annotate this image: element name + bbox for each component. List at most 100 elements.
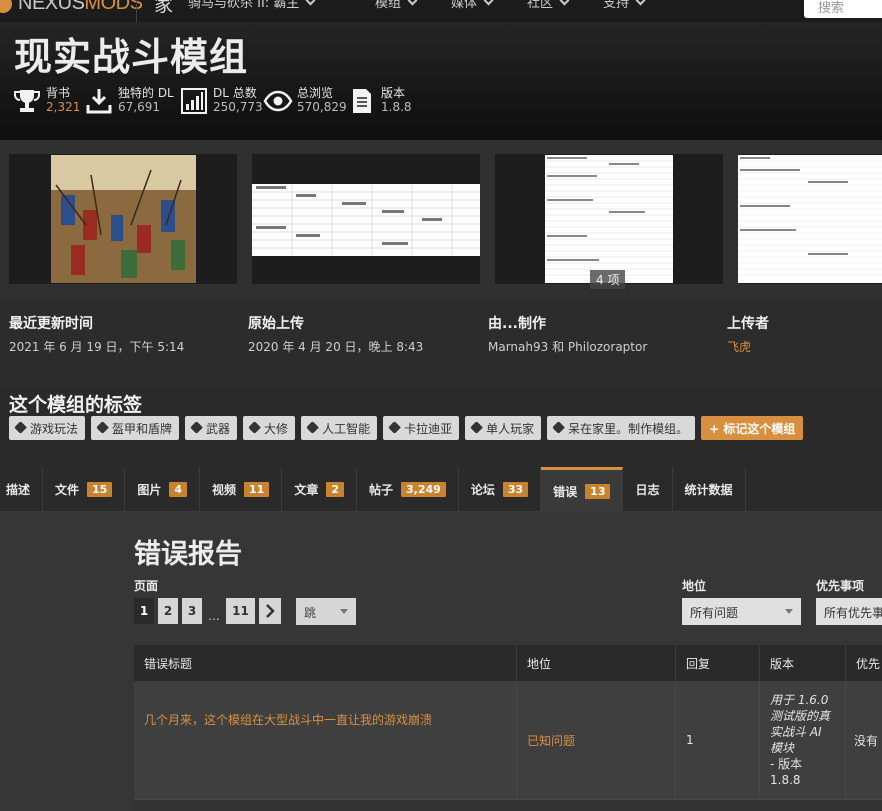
mod-tabs: 描述 文件 15 图片 4 视频 11 文章 2 帖子 3,249 论坛 33 错误 13 日… bbox=[0, 467, 882, 512]
tag-ai[interactable]: 人工智能 bbox=[301, 416, 378, 440]
tag-icon bbox=[306, 421, 319, 434]
column-bug-title[interactable]: 错误标题 bbox=[134, 645, 517, 681]
game-selector[interactable]: 骑马与砍杀 II: 霸主 bbox=[188, 0, 316, 11]
logo-icon bbox=[0, 0, 12, 13]
tag-stay-home[interactable]: 呆在家里。制作模组。 bbox=[547, 416, 696, 440]
chevron-down-icon bbox=[305, 0, 316, 6]
stat-unique-downloads: 独特的 DL 67,691 bbox=[84, 86, 174, 116]
spreadsheet-image bbox=[738, 155, 882, 283]
uploader-link[interactable]: 飞虎 bbox=[727, 338, 769, 355]
caret-down-icon bbox=[785, 609, 793, 614]
tab-count-badge: 4 bbox=[169, 482, 188, 497]
tag-this-mod-button[interactable]: + 标记这个模组 bbox=[701, 416, 804, 440]
mod-title: 现实战斗模组 bbox=[14, 35, 249, 79]
tab-videos[interactable]: 视频 11 bbox=[200, 467, 283, 512]
chevron-down-icon bbox=[559, 0, 570, 6]
tab-count-badge: 15 bbox=[87, 482, 113, 497]
tab-logs[interactable]: 日志 bbox=[623, 467, 673, 512]
tag-list: 游戏玩法 盔甲和盾牌 武器 大修 人工智能 卡拉迪亚 单人玩家 呆在家里。制作模… bbox=[9, 416, 804, 440]
gallery-thumb-1[interactable] bbox=[9, 154, 237, 284]
priority-filter-select[interactable]: 所有优先事项 bbox=[816, 598, 882, 625]
tags-heading: 这个模组的标签 bbox=[9, 394, 143, 416]
jump-to-page-select[interactable]: 跳 bbox=[296, 598, 356, 625]
tab-files[interactable]: 文件 15 bbox=[43, 467, 126, 512]
table-row bbox=[134, 799, 882, 811]
search-input[interactable]: 搜索 bbox=[804, 0, 882, 18]
nexusmods-logo[interactable]: NEXUSMODS bbox=[0, 0, 143, 15]
last-updated: 最近更新时间 2021 年 6 月 19 日，下午 5:14 bbox=[9, 316, 185, 354]
battle-painting-image bbox=[51, 155, 196, 283]
tab-count-badge: 11 bbox=[244, 482, 270, 497]
chevron-down-icon bbox=[635, 0, 646, 6]
tab-posts[interactable]: 帖子 3,249 bbox=[357, 467, 459, 512]
status-filter-select[interactable]: 所有问题 bbox=[682, 598, 801, 625]
tag-icon bbox=[190, 421, 203, 434]
spreadsheet-image bbox=[545, 155, 673, 283]
menu-mods[interactable]: 模组 bbox=[375, 0, 418, 11]
tag-gameplay[interactable]: 游戏玩法 bbox=[9, 416, 86, 440]
chevron-down-icon bbox=[483, 0, 494, 6]
stat-version: 版本 1.8.8 bbox=[347, 86, 412, 116]
bug-title-link[interactable]: 几个月来，这个模组在大型战斗中一直让我的游戏崩溃 bbox=[134, 681, 517, 799]
image-gallery bbox=[0, 140, 882, 300]
tab-images[interactable]: 图片 4 bbox=[125, 467, 201, 512]
chevron-right-icon bbox=[266, 604, 275, 618]
next-page-button[interactable] bbox=[259, 598, 281, 624]
stat-total-views: 总浏览 570,829 bbox=[263, 86, 347, 116]
status-filter-label: 地位 bbox=[682, 579, 707, 593]
tab-description[interactable]: 描述 bbox=[0, 467, 44, 512]
tag-overhaul[interactable]: 大修 bbox=[243, 416, 296, 440]
page-button-2[interactable]: 2 bbox=[158, 598, 178, 624]
column-priority[interactable]: 优先 bbox=[846, 645, 882, 681]
tag-calradia[interactable]: 卡拉迪亚 bbox=[383, 416, 460, 440]
tag-armour-shields[interactable]: 盔甲和盾牌 bbox=[91, 416, 180, 440]
tag-icon bbox=[552, 421, 565, 434]
page-label: 页面 bbox=[134, 579, 159, 593]
bug-replies: 1 bbox=[676, 681, 760, 799]
tab-articles[interactable]: 文章 2 bbox=[282, 467, 358, 512]
page-button-3[interactable]: 3 bbox=[182, 598, 202, 624]
tag-icon bbox=[248, 421, 261, 434]
tag-icon bbox=[470, 421, 483, 434]
bug-table-header: 错误标题 地位 回复 版本 优先 bbox=[134, 645, 882, 681]
pagination: 1 2 3 ... 11 bbox=[134, 598, 281, 624]
gallery-thumb-3[interactable] bbox=[495, 154, 723, 284]
bar-chart-icon bbox=[181, 88, 207, 114]
menu-support[interactable]: 支持 bbox=[603, 0, 646, 11]
column-replies[interactable]: 回复 bbox=[676, 645, 760, 681]
bug-status: 已知问题 bbox=[517, 681, 676, 799]
column-status[interactable]: 地位 bbox=[517, 645, 676, 681]
tab-count-badge: 3,249 bbox=[401, 482, 446, 497]
page-title: 错误报告 bbox=[134, 539, 242, 570]
spreadsheet-image bbox=[252, 184, 480, 256]
menu-community[interactable]: 社区 bbox=[527, 0, 570, 11]
trophy-icon bbox=[14, 90, 40, 112]
nav-divider bbox=[136, 0, 137, 22]
stat-endorsements: 背书 2,321 bbox=[12, 86, 80, 116]
gallery-thumb-4[interactable] bbox=[738, 154, 882, 284]
mod-header: 现实战斗模组 背书 2,321 独特的 DL 67,691 DL 总数 250,773 bbox=[0, 22, 882, 140]
tab-count-badge: 2 bbox=[326, 482, 345, 497]
tag-weapons[interactable]: 武器 bbox=[185, 416, 238, 440]
mod-meta: 最近更新时间 2021 年 6 月 19 日，下午 5:14 原始上传 2020… bbox=[0, 300, 882, 386]
tag-icon bbox=[96, 421, 109, 434]
column-version[interactable]: 版本 bbox=[760, 645, 846, 681]
caret-down-icon bbox=[340, 609, 348, 614]
bug-priority: 没有 bbox=[854, 733, 879, 748]
page-button-last[interactable]: 11 bbox=[226, 598, 255, 624]
tab-count-badge: 13 bbox=[585, 483, 611, 499]
home-link[interactable]: 家 bbox=[154, 0, 173, 17]
top-nav: NEXUSMODS 家 骑马与砍杀 II: 霸主 模组 媒体 社区 支持 搜索 bbox=[0, 0, 882, 22]
tag-icon bbox=[388, 421, 401, 434]
table-row: 几个月来，这个模组在大型战斗中一直让我的游戏崩溃 已知问题 1 用于 1.6.0… bbox=[134, 681, 882, 799]
pagination-ellipsis: ... bbox=[208, 609, 220, 623]
gallery-count-badge[interactable]: 4 项 bbox=[590, 270, 626, 289]
tab-forum[interactable]: 论坛 33 bbox=[459, 467, 542, 512]
tag-singleplayer[interactable]: 单人玩家 bbox=[465, 416, 542, 440]
tab-stats[interactable]: 统计数据 bbox=[673, 467, 746, 512]
tab-bugs[interactable]: 错误 13 bbox=[541, 467, 624, 512]
page-button-1[interactable]: 1 bbox=[134, 598, 154, 624]
priority-filter-label: 优先事项 bbox=[816, 579, 865, 593]
gallery-thumb-2[interactable] bbox=[252, 154, 480, 284]
menu-media[interactable]: 媒体 bbox=[451, 0, 494, 11]
